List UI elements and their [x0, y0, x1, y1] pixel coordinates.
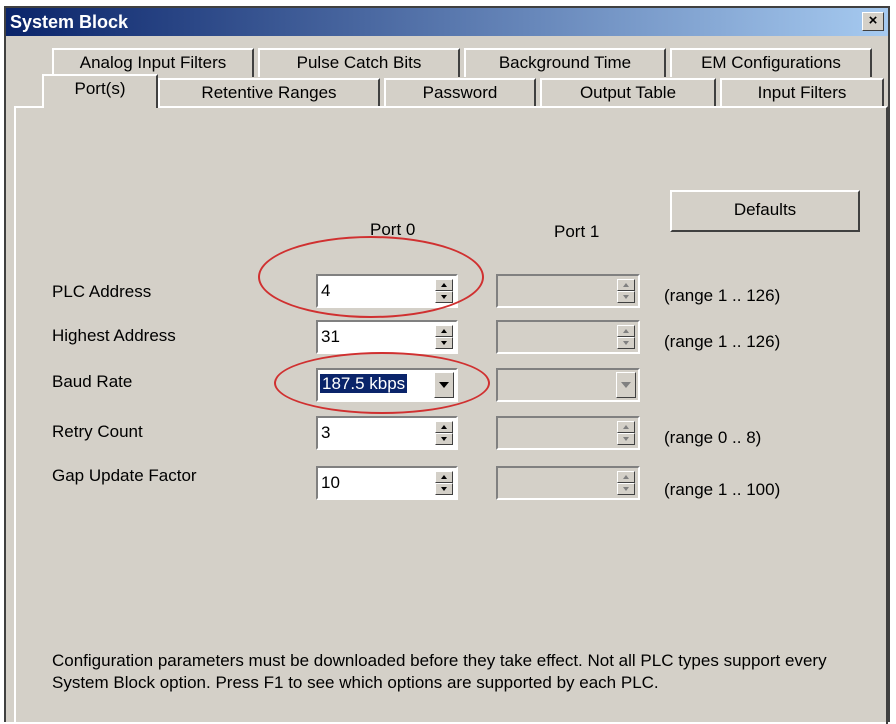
port1-header: Port 1: [554, 222, 600, 241]
tab-label: EM Configurations: [701, 53, 841, 72]
chevron-down-icon: [621, 382, 631, 388]
arrow-down-icon: [623, 295, 629, 299]
arrow-up-icon: [623, 425, 629, 429]
spin-up-button: [617, 325, 635, 337]
spin-up-button: [617, 421, 635, 433]
arrow-up-icon: [623, 475, 629, 479]
defaults-button[interactable]: Defaults: [670, 190, 860, 232]
spin-buttons[interactable]: [435, 471, 453, 495]
baud-rate-port0-dropdown[interactable]: 187.5 kbps: [316, 368, 458, 402]
spin-down-button: [617, 291, 635, 303]
arrow-down-icon: [441, 437, 447, 441]
arrow-down-icon: [441, 341, 447, 345]
tab-password[interactable]: Password: [384, 78, 536, 107]
highest-address-value: 31: [321, 327, 340, 346]
tab-analog-input-filters[interactable]: Analog Input Filters: [52, 48, 254, 77]
gap-update-factor-value: 10: [321, 473, 340, 492]
retry-count-label: Retry Count: [52, 422, 143, 441]
close-button[interactable]: ×: [862, 12, 884, 31]
spin-buttons: [617, 279, 635, 303]
spin-up-button[interactable]: [435, 421, 453, 433]
arrow-up-icon: [441, 283, 447, 287]
tab-label: Port(s): [74, 79, 126, 98]
spin-down-button: [617, 483, 635, 495]
arrow-up-icon: [623, 283, 629, 287]
spin-up-button: [617, 471, 635, 483]
arrow-down-icon: [623, 341, 629, 345]
arrow-up-icon: [441, 329, 447, 333]
arrow-down-icon: [441, 487, 447, 491]
spin-up-button[interactable]: [435, 279, 453, 291]
spin-buttons: [617, 471, 635, 495]
highest-address-port1-spinbox: [496, 320, 640, 354]
tab-background-time[interactable]: Background Time: [464, 48, 666, 77]
tab-pulse-catch-bits[interactable]: Pulse Catch Bits: [258, 48, 460, 77]
plc-address-range: (range 1 .. 126): [664, 286, 781, 305]
gap-update-factor-range: (range 1 .. 100): [664, 480, 781, 499]
baud-rate-selected-value: 187.5 kbps: [320, 374, 408, 393]
plc-address-value: 4: [321, 281, 331, 300]
tab-label: Pulse Catch Bits: [296, 53, 422, 72]
title-bar: System Block ×: [6, 8, 888, 36]
port0-header: Port 0: [370, 220, 416, 239]
defaults-label: Defaults: [733, 200, 797, 219]
close-icon: ×: [868, 12, 878, 29]
spin-buttons[interactable]: [435, 421, 453, 445]
tab-label: Retentive Ranges: [201, 83, 337, 102]
spin-down-button[interactable]: [435, 433, 453, 445]
highest-address-label: Highest Address: [52, 326, 176, 345]
spin-up-button[interactable]: [435, 471, 453, 483]
tab-label: Background Time: [498, 53, 632, 72]
highest-address-range: (range 1 .. 126): [664, 332, 781, 351]
spin-down-button[interactable]: [435, 483, 453, 495]
tab-retentive-ranges[interactable]: Retentive Ranges: [158, 78, 380, 107]
arrow-up-icon: [623, 329, 629, 333]
chevron-down-icon: [439, 382, 449, 388]
highest-address-port0-spinbox[interactable]: 31: [316, 320, 458, 354]
gap-update-factor-port1-spinbox: [496, 466, 640, 500]
arrow-down-icon: [441, 295, 447, 299]
retry-count-value: 3: [321, 423, 331, 442]
window-title: System Block: [10, 12, 129, 32]
spin-buttons: [617, 421, 635, 445]
tab-label: Password: [422, 83, 498, 102]
tab-label: Input Filters: [757, 83, 847, 102]
spin-buttons[interactable]: [435, 325, 453, 349]
baud-rate-port1-dropdown: [496, 368, 640, 402]
spin-down-button: [617, 337, 635, 349]
configuration-note: Configuration parameters must be downloa…: [52, 651, 827, 692]
retry-count-range: (range 0 .. 8): [664, 428, 762, 447]
spin-down-button: [617, 433, 635, 445]
arrow-up-icon: [441, 475, 447, 479]
spin-buttons: [617, 325, 635, 349]
gap-update-factor-label: Gap Update Factor: [52, 466, 197, 485]
tab-output-table[interactable]: Output Table: [540, 78, 716, 107]
tab-input-filters[interactable]: Input Filters: [720, 78, 884, 107]
tab-em-configurations[interactable]: EM Configurations: [670, 48, 872, 77]
arrow-down-icon: [623, 487, 629, 491]
spin-up-button: [617, 279, 635, 291]
tab-label: Output Table: [579, 83, 677, 102]
dropdown-button: [616, 372, 636, 398]
plc-address-port1-spinbox: [496, 274, 640, 308]
arrow-down-icon: [623, 437, 629, 441]
spin-up-button[interactable]: [435, 325, 453, 337]
gap-update-factor-port0-spinbox[interactable]: 10: [316, 466, 458, 500]
spin-down-button[interactable]: [435, 291, 453, 303]
plc-address-label: PLC Address: [52, 282, 152, 301]
tab-label: Analog Input Filters: [79, 53, 227, 72]
baud-rate-value-wrap: 187.5 kbps: [320, 374, 408, 394]
tab-ports[interactable]: Port(s): [42, 74, 158, 108]
dropdown-button[interactable]: [434, 372, 454, 398]
arrow-up-icon: [441, 425, 447, 429]
retry-count-port1-spinbox: [496, 416, 640, 450]
system-block-dialog: System Block × Analog Input Filters Puls…: [4, 6, 890, 724]
plc-address-port0-spinbox[interactable]: 4: [316, 274, 458, 308]
baud-rate-label: Baud Rate: [52, 372, 133, 391]
spin-down-button[interactable]: [435, 337, 453, 349]
spin-buttons[interactable]: [435, 279, 453, 303]
retry-count-port0-spinbox[interactable]: 3: [316, 416, 458, 450]
